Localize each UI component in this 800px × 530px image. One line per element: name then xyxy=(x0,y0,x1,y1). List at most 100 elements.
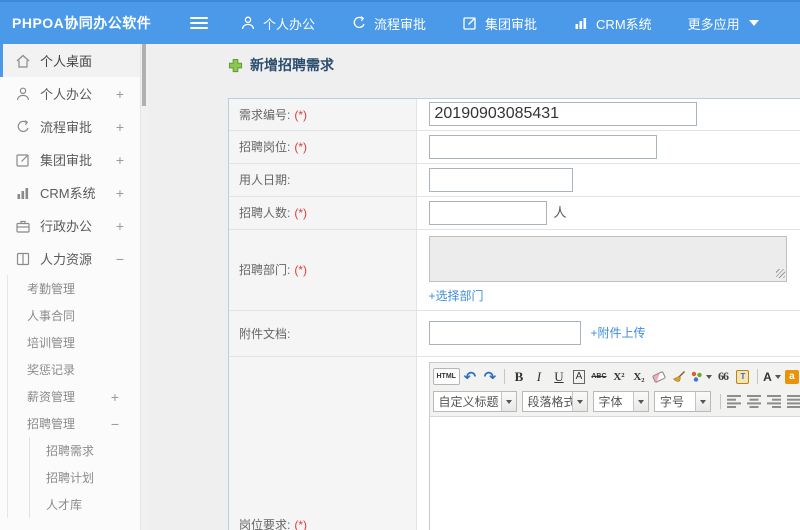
expand-plus-icon: + xyxy=(115,151,124,168)
scrollbar-thumb[interactable] xyxy=(142,44,146,106)
align-right-button[interactable] xyxy=(765,392,785,412)
align-center-icon xyxy=(747,395,761,408)
sidebar-subitem-hr-contract[interactable]: 人事合同 xyxy=(8,302,140,329)
recruitment-form: 需求编号:(*) 招聘岗位:(*) 用人日期: 招聘人数:(*) 人 xyxy=(228,98,800,530)
expand-plus-icon: + xyxy=(115,217,124,234)
resize-grip-icon[interactable] xyxy=(775,268,785,278)
recruit-position-input[interactable] xyxy=(428,134,657,159)
user-icon xyxy=(17,87,29,100)
remove-format-button[interactable] xyxy=(649,367,669,387)
nav-workflow-approval[interactable]: 流程审批 xyxy=(351,14,426,33)
align-right-icon xyxy=(767,395,781,408)
palette-icon xyxy=(691,371,702,382)
edit-icon xyxy=(463,17,476,30)
caret-down-icon xyxy=(748,20,759,26)
field-label: 招聘人数: xyxy=(239,206,291,220)
redo-button[interactable]: ↷ xyxy=(480,367,500,387)
align-center-button[interactable] xyxy=(745,392,765,412)
caret-down-icon xyxy=(705,374,712,379)
field-label: 附件文档: xyxy=(239,326,291,341)
highlight-color-button[interactable]: a xyxy=(782,367,800,387)
main-content: 新增招聘需求 需求编号:(*) 招聘岗位:(*) 用人日期: xyxy=(148,44,800,530)
recruit-count-input[interactable] xyxy=(428,200,547,225)
required-marker: (*) xyxy=(294,140,308,154)
field-label: 岗位要求: xyxy=(239,518,291,530)
nav-more-apps[interactable]: 更多应用 xyxy=(688,14,759,33)
expand-plus-icon: + xyxy=(110,388,119,405)
underline-button[interactable]: U xyxy=(549,367,569,387)
sidebar-subitem-training[interactable]: 培训管理 xyxy=(8,329,140,356)
sidebar-subitem-salary[interactable]: 薪资管理 + xyxy=(8,383,140,410)
hiring-date-input[interactable] xyxy=(428,167,573,192)
sidebar-item-human-resources[interactable]: 人力资源 − xyxy=(0,242,140,275)
font-style-button[interactable]: A xyxy=(569,367,589,387)
sidebar-item-personal-desktop[interactable]: 个人桌面 xyxy=(0,44,140,77)
app-logo: PHPOA协同办公软件 xyxy=(12,15,152,31)
sidebar-item-crm-system[interactable]: CRM系统 + xyxy=(0,176,140,209)
html-source-button[interactable]: HTML xyxy=(432,368,460,385)
sidebar-item-group-approval[interactable]: 集团审批 + xyxy=(0,143,140,176)
menu-toggle-icon[interactable] xyxy=(190,14,208,32)
nav-crm-system[interactable]: CRM系统 xyxy=(573,14,652,33)
workflow-icon xyxy=(353,16,365,28)
format-brush-button[interactable] xyxy=(669,367,689,387)
nav-label: 更多应用 xyxy=(687,16,740,32)
paragraph-format-select[interactable]: 段落格式 xyxy=(521,391,588,412)
paste-text-button[interactable]: T xyxy=(733,367,753,387)
subscript-button[interactable]: X₂ xyxy=(629,367,649,387)
font-family-select[interactable]: 字体 xyxy=(592,391,649,412)
request-number-input[interactable] xyxy=(428,102,697,127)
caret-down-icon xyxy=(571,392,587,411)
page-title: 新增招聘需求 xyxy=(250,57,334,73)
sidebar-item-admin-office[interactable]: 行政办公 + xyxy=(0,209,140,242)
align-justify-button[interactable] xyxy=(785,392,800,412)
required-marker: (*) xyxy=(294,263,308,277)
sidebar-scrollbar[interactable] xyxy=(140,44,148,530)
eraser-icon xyxy=(651,370,667,383)
sidebar-item-personal-office[interactable]: 个人办公 + xyxy=(0,77,140,110)
nav-personal-office[interactable]: 个人办公 xyxy=(240,14,315,33)
sidebar: 个人桌面 个人办公 + 流程审批 + 集团审批 + CRM系统 + 行政办公 +… xyxy=(0,44,140,530)
workflow-icon xyxy=(17,119,29,132)
strikethrough-button[interactable]: ABC xyxy=(589,367,609,387)
superscript-button[interactable]: X² xyxy=(609,367,629,387)
blockquote-button[interactable]: 66 xyxy=(713,367,733,387)
required-marker: (*) xyxy=(294,107,308,122)
sidebar-subitem-recruitment[interactable]: 招聘管理 − xyxy=(8,410,140,437)
undo-button[interactable]: ↶ xyxy=(460,367,480,387)
required-marker: (*) xyxy=(294,518,308,530)
sidebar-subitem-recruitment-plan[interactable]: 招聘计划 xyxy=(30,464,140,491)
hr-submenu: 考勤管理 人事合同 培训管理 奖惩记录 薪资管理 + 招聘管理 − 招聘需求 招… xyxy=(7,275,140,518)
select-department-link[interactable]: +选择部门 xyxy=(429,287,484,304)
bar-chart-icon xyxy=(17,187,29,199)
sidebar-subitem-reward-punishment[interactable]: 奖惩记录 xyxy=(8,356,140,383)
rich-text-editor: HTML ↶ ↷ B I U A ABC X² X₂ 66 T A a 自定义标… xyxy=(428,361,800,530)
align-left-button[interactable] xyxy=(725,392,745,412)
italic-button[interactable]: I xyxy=(529,367,549,387)
nav-label: 个人办公 xyxy=(263,16,316,32)
font-size-select[interactable]: 字号 xyxy=(654,391,711,412)
sidebar-subitem-attendance[interactable]: 考勤管理 xyxy=(8,275,140,302)
nav-label: CRM系统 xyxy=(596,16,652,32)
bar-chart-icon xyxy=(575,18,587,29)
brush-icon xyxy=(672,370,685,382)
heading-select[interactable]: 自定义标题 xyxy=(432,391,517,412)
sidebar-subitem-recruitment-request[interactable]: 招聘需求 xyxy=(30,437,140,464)
attachment-upload-link[interactable]: +附件上传 xyxy=(591,326,646,340)
editor-content-area[interactable] xyxy=(429,416,800,530)
attachment-input[interactable] xyxy=(428,321,581,345)
sidebar-item-workflow-approval[interactable]: 流程审批 + xyxy=(0,110,140,143)
edit-icon xyxy=(16,153,29,167)
collapse-minus-icon: − xyxy=(115,250,124,267)
sidebar-subitem-talent-pool[interactable]: 人才库 xyxy=(30,491,140,518)
color-palette-button[interactable] xyxy=(689,367,713,387)
bold-button[interactable]: B xyxy=(509,367,529,387)
font-color-button[interactable]: A xyxy=(762,367,782,387)
nav-group-approval[interactable]: 集团审批 xyxy=(462,14,537,33)
book-icon xyxy=(16,252,30,265)
field-label: 招聘部门: xyxy=(239,263,291,277)
app-root: PHPOA协同办公软件 个人办公 流程审批 集团审批 CRM系统 更多应用 个人… xyxy=(0,0,800,530)
add-icon xyxy=(228,58,243,72)
recruit-department-textarea[interactable] xyxy=(428,235,787,282)
nav-label: 流程审批 xyxy=(374,16,427,32)
